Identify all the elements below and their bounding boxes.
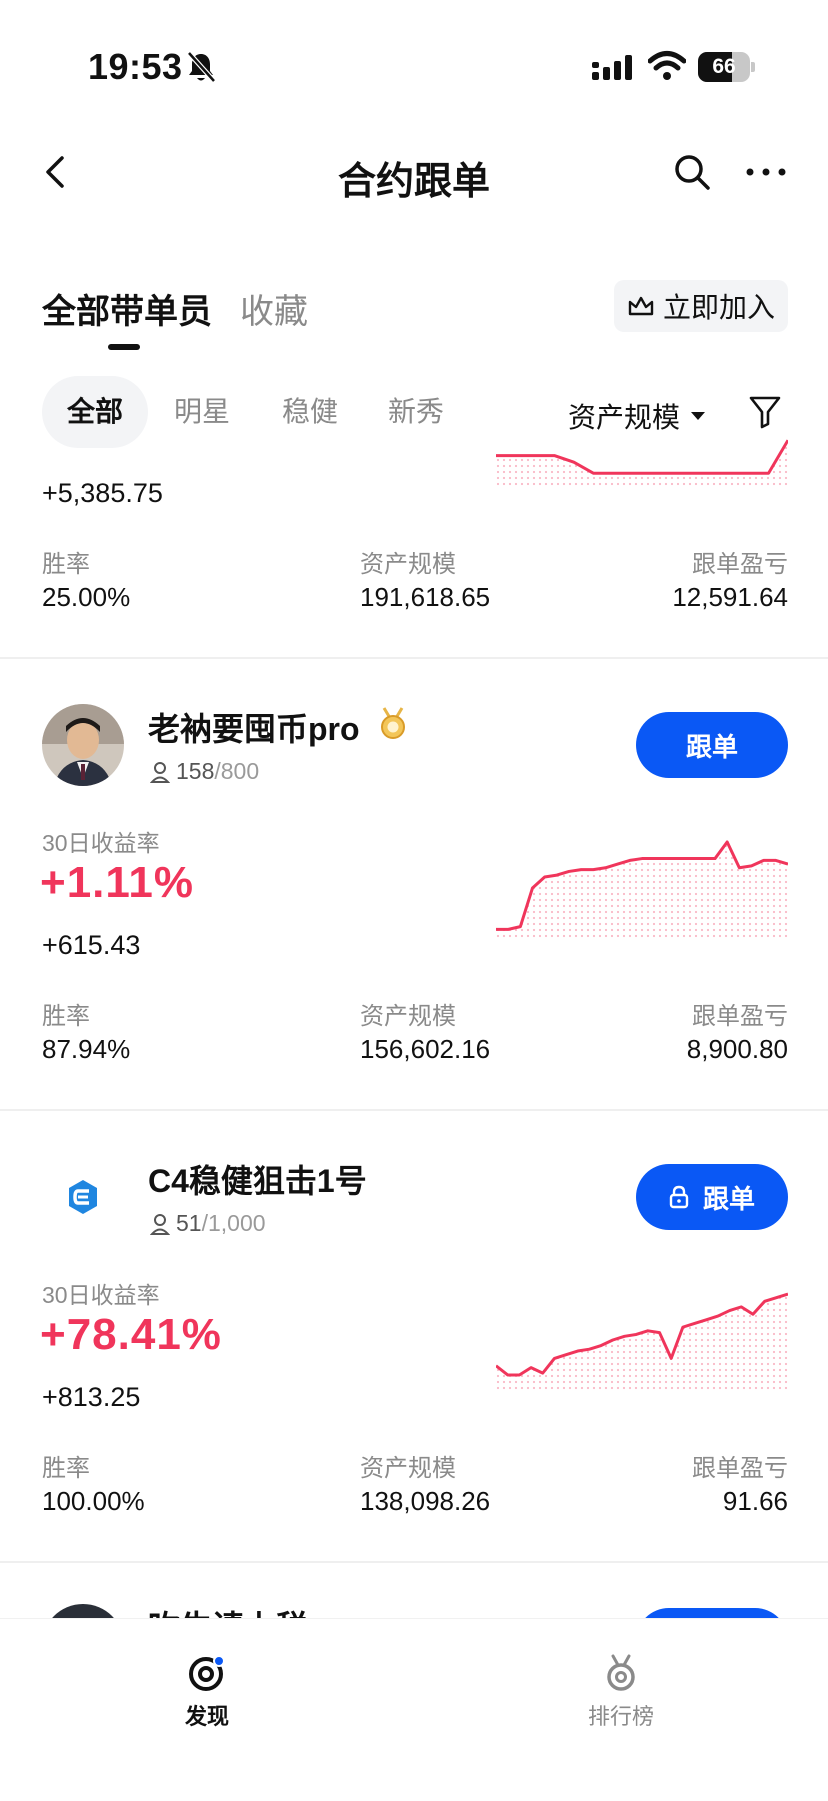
avatar	[42, 1156, 124, 1238]
sort-label: 资产规模	[568, 402, 681, 433]
sparkline-chart	[496, 840, 788, 938]
win-rate-value: 100.00%	[42, 1486, 145, 1516]
copy-pnl-label: 跟单盈亏	[692, 1455, 788, 1482]
signal-icon	[592, 55, 632, 80]
roi-label: 30日收益率	[42, 1282, 160, 1308]
trader-card[interactable]: 老衲要囤币pro 158/800 跟单 30日收益率 +1.11% +615.4…	[0, 660, 828, 1110]
win-rate-label: 胜率	[42, 1003, 90, 1030]
chip-new[interactable]: 新秀	[374, 376, 458, 448]
nav-discover-label: 发现	[184, 1704, 229, 1729]
win-rate-value: 87.94%	[42, 1034, 131, 1064]
chip-stable[interactable]: 稳健	[268, 376, 352, 448]
more-icon[interactable]	[744, 152, 788, 192]
avatar	[42, 1604, 124, 1618]
card-divider	[0, 657, 828, 659]
status-time: 19:53	[88, 46, 183, 87]
aum-value: 156,602.16	[360, 1034, 491, 1064]
caret-down-icon	[691, 412, 706, 420]
sparkline-area	[496, 842, 788, 938]
win-rate-label: 胜率	[42, 1455, 90, 1482]
follower-max: /800	[214, 758, 260, 784]
medal-icon	[381, 707, 405, 739]
bottom-nav: 发现 排行榜	[0, 1618, 828, 1801]
lock-icon	[669, 1185, 689, 1209]
battery-level: 66	[712, 55, 736, 78]
follow-button[interactable]: 跟单	[636, 1164, 788, 1230]
follower-count: 158/800	[150, 758, 259, 785]
chip-star[interactable]: 明星	[160, 376, 244, 448]
tab-all-traders[interactable]: 全部带单员	[42, 284, 212, 333]
sparkline-chart	[496, 1292, 788, 1390]
copy-pnl-value: 12,591.64	[672, 582, 788, 612]
follow-button[interactable]	[636, 1608, 788, 1618]
aum-value: 138,098.26	[360, 1486, 491, 1516]
follower-max: /1,000	[201, 1210, 266, 1236]
status-bar: 19:53 66	[0, 0, 828, 120]
nav-ranking[interactable]: 排行榜	[561, 1653, 681, 1731]
person-icon	[150, 1213, 170, 1235]
tab-favorites[interactable]: 收藏	[240, 284, 308, 333]
aum-label: 资产规模	[360, 1003, 456, 1030]
win-rate-value: 25.00%	[42, 582, 131, 612]
trader-name[interactable]: 老衲要囤币pro	[148, 704, 360, 750]
follow-button-label: 跟单	[685, 731, 738, 762]
ranking-icon	[607, 1654, 635, 1691]
battery-indicator: 66	[698, 52, 755, 82]
sparkline-chart	[496, 439, 788, 486]
tab-indicator	[108, 344, 140, 350]
bell-muted-icon	[187, 51, 216, 83]
follower-count: 51/1,000	[150, 1210, 266, 1237]
card-divider	[0, 1109, 828, 1111]
nav-bar: 合约跟单	[0, 130, 828, 216]
roi-value: +1.11%	[40, 858, 195, 907]
pnl-value: +615.43	[42, 930, 141, 960]
copy-pnl-label: 跟单盈亏	[692, 1003, 788, 1030]
trader-card-peek[interactable]: 吹牛请上税pro	[0, 1596, 828, 1618]
pnl-value: +813.25	[42, 1382, 141, 1412]
nav-ranking-label: 排行榜	[587, 1704, 654, 1729]
roi-value: +78.41%	[40, 1310, 222, 1359]
nav-discover[interactable]: 发现	[147, 1653, 267, 1731]
aum-label: 资产规模	[360, 551, 456, 578]
chip-all[interactable]: 全部	[42, 376, 148, 448]
aum-label: 资产规模	[360, 1455, 456, 1482]
discover-icon	[189, 1655, 225, 1691]
follow-button[interactable]: 跟单	[636, 712, 788, 778]
follower-current: 51	[176, 1210, 202, 1236]
person-icon	[150, 761, 170, 783]
filter-icon[interactable]	[748, 394, 782, 430]
follower-current: 158	[176, 758, 215, 784]
card-divider	[0, 1561, 828, 1563]
copy-pnl-label: 跟单盈亏	[692, 551, 788, 578]
roi-label: 30日收益率	[42, 830, 160, 856]
trader-name[interactable]: 吹牛请上税pro	[148, 1602, 360, 1618]
pnl-value: +5,385.75	[42, 478, 163, 508]
sort-dropdown[interactable]: 资产规模	[568, 396, 706, 436]
trader-card[interactable]: C4稳健狙击1号 51/1,000 跟单 30日收益率 +78.41% +813…	[0, 1112, 828, 1562]
join-now-button[interactable]: 立即加入	[614, 280, 788, 332]
trader-name[interactable]: C4稳健狙击1号	[148, 1156, 367, 1202]
aum-value: 191,618.65	[360, 582, 491, 612]
wifi-icon	[648, 51, 686, 80]
tabs-row: 全部带单员 收藏 立即加入	[0, 268, 828, 358]
trader-card[interactable]: +5,385.75 胜率 资产规模 跟单盈亏 25.00% 191,618.65…	[0, 439, 828, 658]
follow-button-label: 跟单	[702, 1183, 755, 1214]
avatar	[42, 704, 124, 786]
copy-pnl-value: 91.66	[722, 1486, 788, 1516]
search-icon[interactable]	[672, 152, 712, 192]
win-rate-label: 胜率	[42, 551, 90, 578]
crown-icon	[628, 296, 654, 316]
join-now-label: 立即加入	[662, 292, 775, 323]
sparkline-area	[496, 440, 788, 486]
copy-pnl-value: 8,900.80	[686, 1034, 788, 1064]
